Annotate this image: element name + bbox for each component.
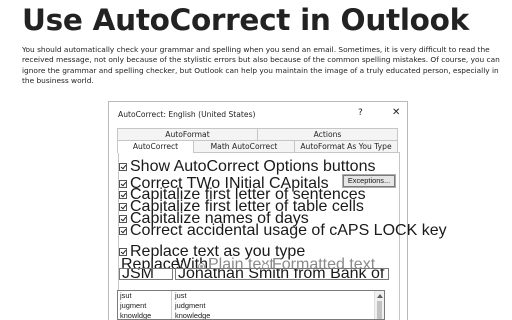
replace-value: JSM [122,268,154,280]
list-item-with: just [175,291,187,300]
exceptions-button[interactable]: Exceptions... [342,174,396,188]
scroll-up-icon[interactable] [377,294,383,298]
show-buttons-label: Show AutoCorrect Options buttons [130,158,376,175]
tab-autocorrect[interactable]: AutoCorrect [117,140,194,153]
tab-autoformat[interactable]: AutoFormat [117,128,258,140]
with-input[interactable]: Jonathan Smith from Bank of America [175,268,389,280]
scroll-thumb[interactable] [377,301,382,319]
article-description: You should automatically check your gram… [22,45,500,86]
list-item-replace: jugment [118,301,172,311]
list-scrollbar[interactable] [374,291,384,319]
list-item-with: knowledge [175,311,211,320]
tab-row-lower: AutoCorrect Math AutoCorrect AutoFormat … [117,140,398,153]
tab-autoformat-as-you-type[interactable]: AutoFormat As You Type [294,140,398,152]
replacement-list[interactable]: jsut just jugment judgment knowldge know… [117,290,385,320]
dialog-title: AutoCorrect: English (United States) [118,110,256,119]
checkbox-replace-as-you-type[interactable] [119,248,127,256]
list-item[interactable]: jugment judgment [118,301,384,311]
page-title: Use AutoCorrect in Outlook [22,3,469,37]
caps-lock-option[interactable]: Correct accidental usage of cAPS LOCK ke… [119,222,447,240]
caps-lock-label: Correct accidental usage of cAPS LOCK ke… [130,222,447,239]
help-icon[interactable]: ? [358,108,363,118]
tab-row-upper: AutoFormat Actions [117,128,398,140]
checkbox-show-buttons[interactable] [119,163,127,171]
close-icon[interactable]: ✕ [392,107,400,118]
with-value: Jonathan Smith from Bank of America [178,268,388,280]
checkbox-caps-lock[interactable] [119,227,127,235]
tab-math-autocorrect[interactable]: Math AutoCorrect [193,140,295,152]
list-item-replace: jsut [118,291,172,301]
list-item[interactable]: jsut just [118,291,384,301]
list-item-with: judgment [175,301,206,310]
tab-actions[interactable]: Actions [257,128,398,140]
list-item-replace: knowldge [118,311,172,319]
replace-input[interactable]: JSM [119,268,173,280]
show-buttons-option[interactable]: Show AutoCorrect Options buttons [119,158,375,176]
list-item[interactable]: knowldge knowledge [118,311,384,320]
